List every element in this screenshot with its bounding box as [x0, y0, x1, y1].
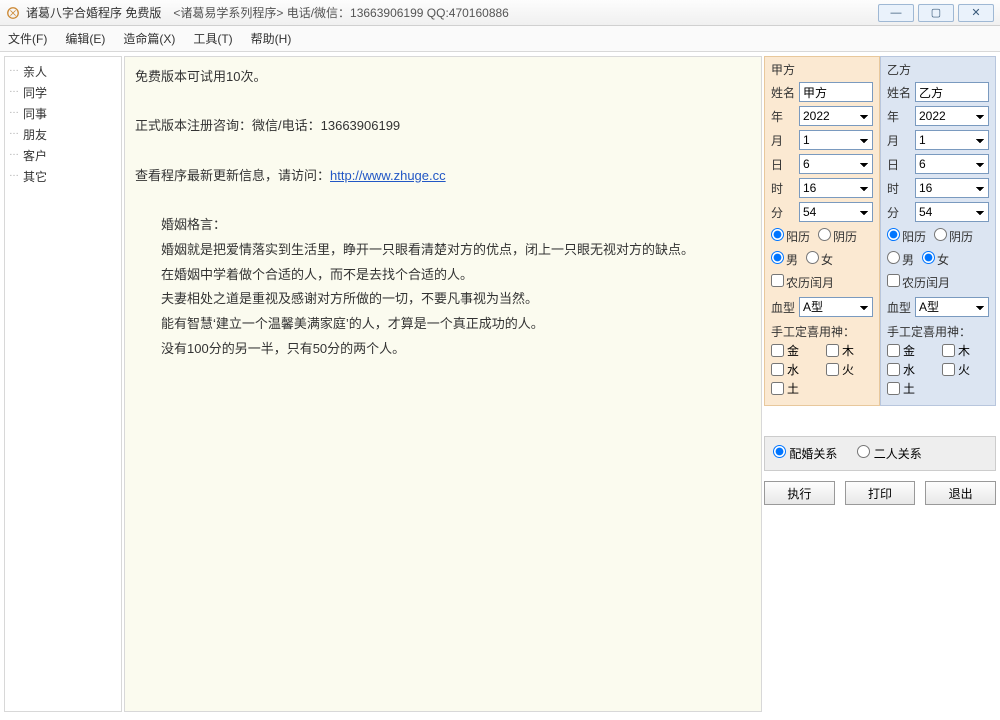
b-blood-select[interactable]: A型	[915, 297, 989, 317]
a-blood-select[interactable]: A型	[799, 297, 873, 317]
b-sex-male[interactable]: 男	[887, 251, 914, 268]
b-minute-select[interactable]: 54	[915, 202, 989, 222]
tree-item[interactable]: 其它	[5, 166, 121, 187]
quote-line: 能有智慧‘建立一个温馨美满家庭’的人，才算是一个真正成功的人。	[135, 312, 751, 337]
a-leap-check[interactable]: 农历闰月	[771, 274, 834, 291]
b-huo-check[interactable]: 火	[942, 361, 989, 378]
update-line: 查看程序最新更新信息，请访问：http://www.zhuge.cc	[135, 164, 751, 189]
menu-make[interactable]: 造命篇(X)	[123, 30, 175, 47]
a-jin-check[interactable]: 金	[771, 342, 818, 359]
panel-b-title: 乙方	[887, 61, 989, 78]
mode-two[interactable]: 二人关系	[857, 445, 921, 462]
tree-item[interactable]: 朋友	[5, 124, 121, 145]
website-link[interactable]: http://www.zhuge.cc	[330, 168, 446, 183]
menubar: 文件(F) 编辑(E) 造命篇(X) 工具(T) 帮助(H)	[0, 26, 1000, 52]
quote-line: 没有100分的另一半，只有50分的两个人。	[135, 337, 751, 362]
a-mu-check[interactable]: 木	[826, 342, 873, 359]
menu-file[interactable]: 文件(F)	[8, 30, 47, 47]
trial-notice: 免费版本可试用10次。	[135, 65, 751, 90]
exit-button[interactable]: 退出	[925, 481, 996, 505]
print-button[interactable]: 打印	[845, 481, 916, 505]
sidebar: 亲人 同学 同事 朋友 客户 其它	[4, 56, 122, 712]
a-hour-select[interactable]: 16	[799, 178, 873, 198]
panel-a-title: 甲方	[771, 61, 873, 78]
quote-line: 婚姻就是把爱情落实到生活里，睁开一只眼看清楚对方的优点，闭上一只眼无视对方的缺点…	[135, 238, 751, 263]
panel-b: 乙方 姓名 年2022 月1 日6 时16 分54 阳历 阴历 男 女 农历闰月…	[880, 56, 996, 406]
register-line: 正式版本注册咨询：微信/电话：13663906199	[135, 114, 751, 139]
a-name-input[interactable]	[799, 82, 873, 102]
b-cal-solar[interactable]: 阳历	[887, 228, 926, 245]
b-shui-check[interactable]: 水	[887, 361, 934, 378]
a-year-select[interactable]: 2022	[799, 106, 873, 126]
a-cal-lunar[interactable]: 阴历	[818, 228, 857, 245]
quote-line: 在婚姻中学着做个合适的人，而不是去找个合适的人。	[135, 263, 751, 288]
b-jin-check[interactable]: 金	[887, 342, 934, 359]
a-cal-solar[interactable]: 阳历	[771, 228, 810, 245]
a-sex-female[interactable]: 女	[806, 251, 833, 268]
menu-edit[interactable]: 编辑(E)	[65, 30, 105, 47]
tree-item[interactable]: 同事	[5, 103, 121, 124]
minimize-button[interactable]: —	[878, 4, 914, 22]
b-gods-label: 手工定喜用神：	[887, 323, 989, 340]
tree-item[interactable]: 同学	[5, 82, 121, 103]
a-day-select[interactable]: 6	[799, 154, 873, 174]
mode-row: 配婚关系 二人关系	[764, 436, 996, 471]
b-leap-check[interactable]: 农历闰月	[887, 274, 950, 291]
b-year-select[interactable]: 2022	[915, 106, 989, 126]
a-minute-select[interactable]: 54	[799, 202, 873, 222]
b-tu-check[interactable]: 土	[887, 380, 934, 397]
maximize-button[interactable]: ▢	[918, 4, 954, 22]
a-sex-male[interactable]: 男	[771, 251, 798, 268]
tree-item[interactable]: 客户	[5, 145, 121, 166]
content-pane: 免费版本可试用10次。 正式版本注册咨询：微信/电话：13663906199 查…	[124, 56, 762, 712]
titlebar: 诸葛八字合婚程序 免费版 <诸葛易学系列程序> 电话/微信：1366390619…	[0, 0, 1000, 26]
b-cal-lunar[interactable]: 阴历	[934, 228, 973, 245]
panel-a: 甲方 姓名 年2022 月1 日6 时16 分54 阳历 阴历 男 女 农历闰月…	[764, 56, 880, 406]
a-gods-label: 手工定喜用神：	[771, 323, 873, 340]
b-day-select[interactable]: 6	[915, 154, 989, 174]
menu-help[interactable]: 帮助(H)	[251, 30, 292, 47]
quote-line: 夫妻相处之道是重视及感谢对方所做的一切，不要凡事视为当然。	[135, 287, 751, 312]
window-title-sub: <诸葛易学系列程序> 电话/微信：13663906199 QQ:47016088…	[173, 4, 509, 21]
a-month-select[interactable]: 1	[799, 130, 873, 150]
a-huo-check[interactable]: 火	[826, 361, 873, 378]
execute-button[interactable]: 执行	[764, 481, 835, 505]
tree-item[interactable]: 亲人	[5, 61, 121, 82]
a-shui-check[interactable]: 水	[771, 361, 818, 378]
window-title-main: 诸葛八字合婚程序 免费版	[26, 4, 161, 21]
app-icon	[6, 6, 20, 20]
mode-marriage[interactable]: 配婚关系	[773, 445, 837, 462]
b-month-select[interactable]: 1	[915, 130, 989, 150]
b-name-input[interactable]	[915, 82, 989, 102]
close-button[interactable]: ✕	[958, 4, 994, 22]
b-hour-select[interactable]: 16	[915, 178, 989, 198]
a-tu-check[interactable]: 土	[771, 380, 818, 397]
b-mu-check[interactable]: 木	[942, 342, 989, 359]
quote-title: 婚姻格言：	[135, 213, 751, 238]
b-sex-female[interactable]: 女	[922, 251, 949, 268]
menu-tools[interactable]: 工具(T)	[193, 30, 232, 47]
